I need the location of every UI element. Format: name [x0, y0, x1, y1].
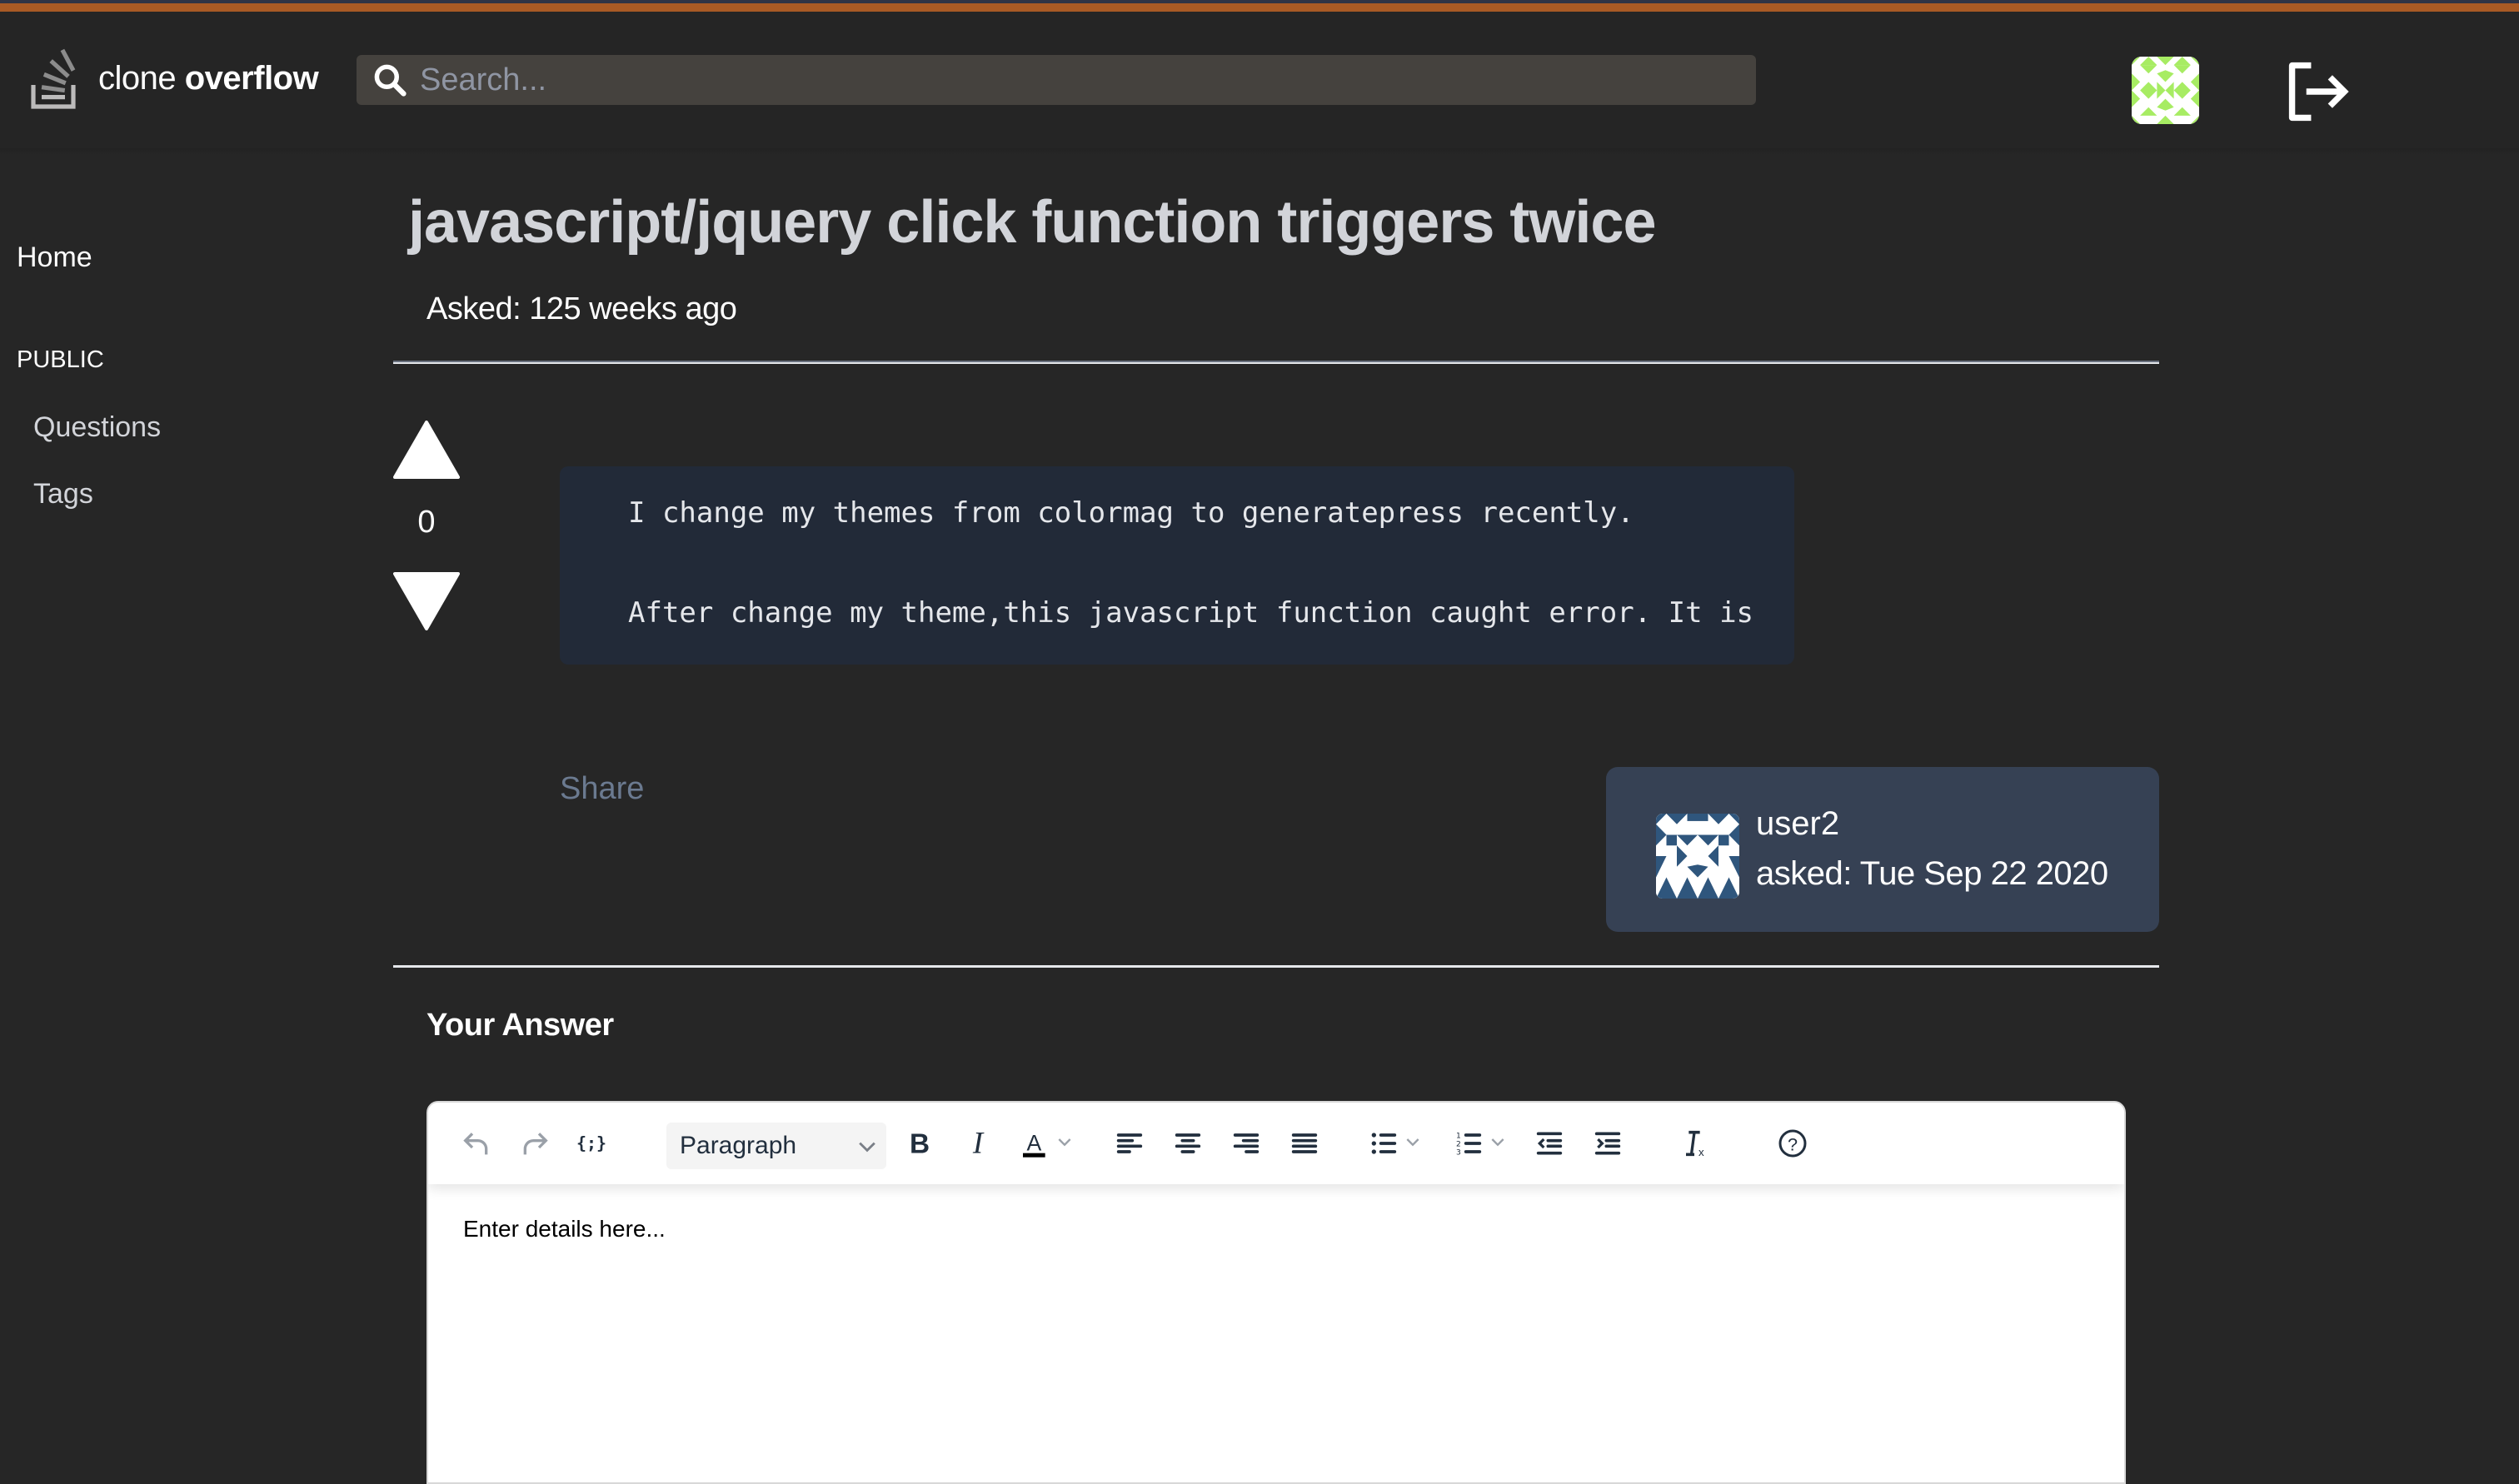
text-color-button[interactable]: A — [1013, 1123, 1083, 1164]
outdent-icon — [1536, 1132, 1563, 1155]
svg-text:x: x — [1698, 1146, 1704, 1158]
your-answer-heading: Your Answer — [426, 1008, 614, 1043]
logo[interactable]: clone overflow — [30, 45, 319, 112]
answer-divider — [393, 965, 2159, 968]
clear-formatting-icon: x — [1686, 1130, 1704, 1158]
redo-icon — [523, 1133, 548, 1155]
author-name[interactable]: user2 — [1756, 805, 1839, 843]
author-card: user2 asked: Tue Sep 22 2020 — [1606, 767, 2159, 932]
author-asked-date: asked: Tue Sep 22 2020 — [1756, 855, 2108, 892]
redo-button[interactable] — [516, 1123, 553, 1164]
upvote-arrow-icon[interactable] — [393, 421, 460, 481]
brand-accent-bar — [0, 3, 2519, 12]
bullet-list-icon — [1371, 1133, 1419, 1154]
justify-icon — [1291, 1133, 1318, 1153]
format-select-value: Paragraph — [680, 1132, 797, 1159]
svg-text:?: ? — [1788, 1133, 1798, 1154]
user-avatar[interactable] — [2132, 57, 2199, 124]
italic-button[interactable]: I — [960, 1123, 996, 1164]
top-navbar: clone overflow — [0, 12, 2519, 148]
bold-button[interactable]: B — [901, 1123, 938, 1164]
outdent-button[interactable] — [1531, 1123, 1568, 1164]
sidebar-item-tags[interactable]: Tags — [33, 478, 93, 510]
question-title: javascript/jquery click function trigger… — [408, 189, 1656, 256]
question-asked-relative: Asked: 125 weeks ago — [426, 291, 737, 326]
search-input[interactable] — [420, 62, 1719, 98]
editor-toolbar: {;} Paragraph B I A 123 x ? — [428, 1103, 2124, 1184]
header-shadow — [0, 148, 2519, 155]
svg-text:3: 3 — [1456, 1148, 1461, 1157]
svg-text:{;}: {;} — [576, 1133, 606, 1153]
format-select[interactable]: Paragraph — [666, 1123, 886, 1169]
align-center-button[interactable] — [1170, 1123, 1206, 1164]
question-body-line: After change my theme,this javascript fu… — [628, 596, 1754, 630]
chevron-down-icon — [859, 1142, 875, 1153]
undo-button[interactable] — [458, 1123, 495, 1164]
text-color-icon: A — [1023, 1130, 1071, 1158]
sidebar-item-questions[interactable]: Questions — [33, 411, 161, 444]
identicon-blue-icon — [1656, 814, 1739, 899]
clear-formatting-button[interactable]: x — [1676, 1123, 1713, 1164]
title-divider — [393, 361, 2159, 364]
identicon-green-icon — [2132, 57, 2199, 124]
author-avatar[interactable] — [1656, 814, 1739, 899]
downvote-arrow-icon[interactable] — [393, 570, 460, 630]
numbered-list-button[interactable]: 123 — [1446, 1123, 1516, 1164]
italic-icon: I — [972, 1127, 985, 1160]
svg-text:I: I — [972, 1127, 985, 1160]
question-body-line: I change my themes from colormag to gene… — [628, 496, 1634, 530]
svg-text:A: A — [1026, 1130, 1041, 1155]
indent-button[interactable] — [1589, 1123, 1626, 1164]
vote-count: 0 — [417, 505, 436, 540]
question-body: I change my themes from colormag to gene… — [560, 466, 1794, 665]
indent-icon — [1594, 1132, 1621, 1155]
search-icon — [374, 64, 407, 97]
share-link[interactable]: Share — [560, 771, 644, 807]
stack-logo-icon — [31, 48, 76, 109]
bullet-list-button[interactable] — [1361, 1123, 1431, 1164]
align-left-icon — [1116, 1133, 1143, 1153]
bold-icon: B — [910, 1129, 930, 1160]
help-button[interactable]: ? — [1774, 1123, 1811, 1164]
undo-icon — [463, 1133, 488, 1155]
logo-text: clone overflow — [98, 59, 319, 97]
logout-icon[interactable] — [2282, 58, 2354, 125]
sidebar-section-label: PUBLIC — [17, 346, 104, 373]
rich-text-editor: {;} Paragraph B I A 123 x ? Enter detail… — [426, 1101, 2126, 1484]
align-center-icon — [1175, 1133, 1201, 1153]
answer-editor-input[interactable]: Enter details here... — [463, 1216, 666, 1242]
svg-text:B: B — [910, 1129, 930, 1160]
search-bar[interactable] — [357, 55, 1756, 105]
align-left-button[interactable] — [1111, 1123, 1148, 1164]
numbered-list-icon: 123 — [1456, 1131, 1504, 1157]
sidebar-item-home[interactable]: Home — [17, 242, 92, 274]
align-right-icon — [1233, 1133, 1260, 1153]
justify-button[interactable] — [1286, 1123, 1323, 1164]
align-right-button[interactable] — [1228, 1123, 1264, 1164]
help-icon: ? — [1778, 1129, 1807, 1158]
code-sample-icon: {;} — [576, 1133, 606, 1153]
code-sample-button[interactable]: {;} — [568, 1123, 615, 1164]
